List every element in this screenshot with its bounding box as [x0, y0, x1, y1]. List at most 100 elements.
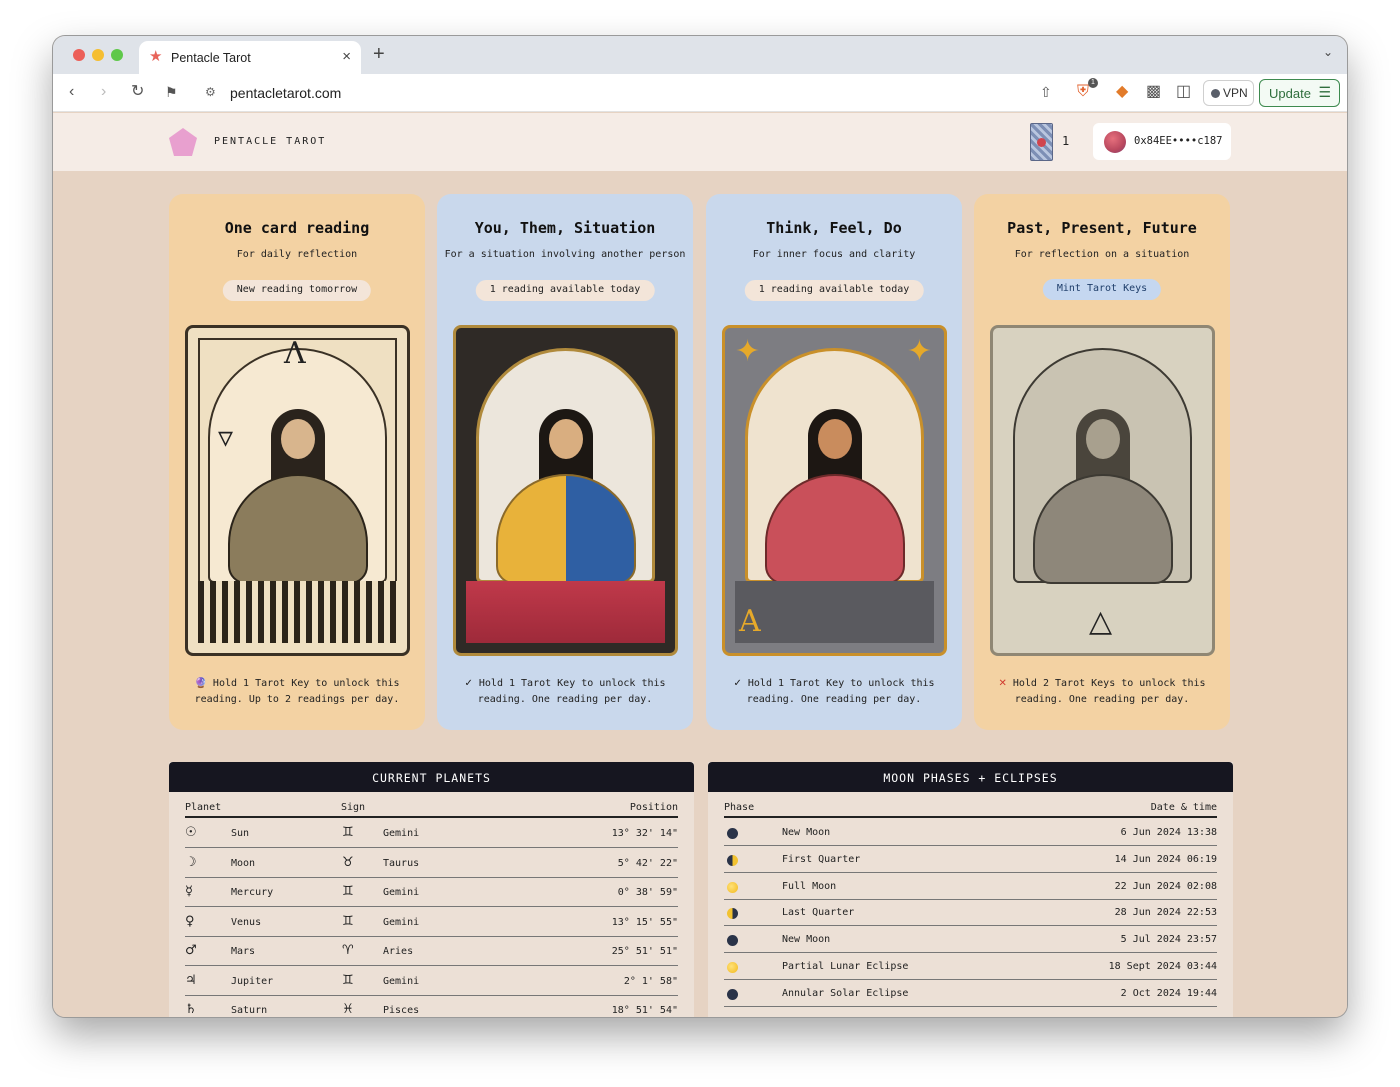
- brave-shield-icon[interactable]: ⛨: [1077, 83, 1089, 101]
- vpn-label: VPN: [1223, 86, 1248, 100]
- table-row: ☽ Moon ♉ Taurus 5° 42' 22": [185, 849, 678, 878]
- planet-symbol-icon: ♃: [185, 972, 197, 988]
- tab-bar: ★ Pentacle Tarot × + ⌄: [53, 36, 1347, 74]
- full-moon-icon: [727, 962, 738, 973]
- planet-symbol-icon: ♂: [185, 943, 197, 958]
- planet-position: 13° 15' 55": [611, 916, 678, 928]
- cup-symbol-icon: Λ: [284, 336, 306, 371]
- browser-toolbar: ‹ › ↻ ⚑ ⚙ pentacletarot.com ⇧ ⛨ 1 ◆ ▩ ◫ …: [53, 74, 1347, 112]
- moon-phases-table: MOON PHASES + ECLIPSES Phase Date & time…: [708, 762, 1233, 1017]
- figure-head: [1085, 419, 1120, 459]
- reading-subtitle: For a situation involving another person: [444, 249, 686, 260]
- forward-icon[interactable]: ›: [101, 83, 106, 101]
- tarot-card-image[interactable]: Λ ▿: [185, 325, 410, 656]
- moon-phase-date: 14 Jun 2024 06:19: [1114, 853, 1217, 865]
- planet-name: Venus: [231, 916, 262, 928]
- reading-card-past-present-future[interactable]: Past, Present, Future For reflection on …: [974, 194, 1230, 730]
- reading-card-one-card[interactable]: One card reading For daily reflection Ne…: [169, 194, 425, 730]
- bookmark-icon[interactable]: ⚑: [165, 83, 178, 101]
- cross-icon: ✕: [998, 678, 1007, 689]
- tarot-card-image[interactable]: ✦ ✦ A: [722, 325, 947, 656]
- vpn-status-icon: [1211, 89, 1220, 98]
- table-row: Annular Solar Eclipse 2 Oct 2024 19:44: [724, 980, 1217, 1007]
- reload-icon[interactable]: ↻: [131, 83, 144, 101]
- reading-title: Past, Present, Future: [1007, 219, 1197, 237]
- wallet-button[interactable]: 0x84EE••••c187: [1093, 123, 1231, 160]
- planet-symbol-icon: ♀: [185, 913, 195, 929]
- reading-requirement: 🔮 Hold 1 Tarot Key to unlock this readin…: [183, 676, 411, 708]
- pentagon-logo-icon[interactable]: [168, 127, 198, 157]
- back-icon[interactable]: ‹: [69, 83, 74, 101]
- update-label: Update: [1269, 86, 1311, 101]
- brand-name[interactable]: PENTACLE TAROT: [214, 136, 326, 147]
- new-moon-icon: [727, 935, 738, 947]
- tab-close-icon[interactable]: ×: [342, 48, 351, 65]
- wallet-fox-icon[interactable]: ◆: [1116, 83, 1128, 101]
- reading-subtitle: For inner focus and clarity: [752, 249, 916, 260]
- extensions-icon[interactable]: ▩: [1146, 83, 1161, 101]
- tarot-key-card-icon: [1030, 123, 1053, 161]
- sign-name: Gemini: [383, 975, 420, 987]
- reading-requirement: ✓ Hold 1 Tarot Key to unlock this readin…: [451, 676, 679, 708]
- moon-phase-date: 6 Jun 2024 13:38: [1120, 827, 1217, 838]
- reading-card-think-feel-do[interactable]: Think, Feel, Do For inner focus and clar…: [706, 194, 962, 730]
- moon-phase-name: Annular Solar Eclipse: [782, 987, 909, 999]
- moon-phase-date: 2 Oct 2024 19:44: [1120, 987, 1217, 999]
- site-settings-icon[interactable]: ⚙: [205, 85, 216, 99]
- zoom-window-button[interactable]: [111, 49, 123, 61]
- table-row: First Quarter 14 Jun 2024 06:19: [724, 846, 1217, 873]
- sidebar-toggle-icon[interactable]: ◫: [1176, 83, 1191, 101]
- reading-card-you-them-situation[interactable]: You, Them, Situation For a situation inv…: [437, 194, 693, 730]
- column-header: Position: [629, 802, 678, 813]
- card-base: [735, 581, 934, 643]
- reading-note: Hold 1 Tarot Key to unlock this reading.…: [194, 678, 400, 705]
- first-quarter-icon: [727, 854, 738, 866]
- reading-subtitle: For daily reflection: [236, 249, 358, 260]
- planet-position: 25° 51' 51": [611, 946, 678, 957]
- table-title: CURRENT PLANETS: [169, 762, 694, 792]
- mint-tarot-keys-button[interactable]: Mint Tarot Keys: [1042, 279, 1162, 300]
- site-header: PENTACLE TAROT 1 0x84EE••••c187: [53, 113, 1347, 171]
- moon-phase-date: 22 Jun 2024 02:08: [1114, 880, 1217, 892]
- table-row: Partial Lunar Eclipse 18 Sept 2024 03:44: [724, 953, 1217, 980]
- zodiac-sign-icon: ♈: [342, 943, 354, 958]
- moon-phase-name: Full Moon: [782, 880, 837, 892]
- share-icon[interactable]: ⇧: [1040, 83, 1052, 101]
- zodiac-sign-icon: ♉: [342, 854, 354, 870]
- tarot-card-image[interactable]: △: [990, 325, 1215, 656]
- crystal-ball-icon: 🔮: [194, 678, 207, 689]
- shield-count-badge: 1: [1088, 78, 1098, 88]
- tarot-card-image[interactable]: [453, 325, 678, 656]
- reading-note: Hold 1 Tarot Key to unlock this reading.…: [477, 678, 666, 705]
- zodiac-sign-icon: ♓: [342, 1002, 354, 1017]
- new-tab-button[interactable]: +: [373, 43, 385, 66]
- update-button[interactable]: Update ☰: [1259, 79, 1340, 107]
- table-header: Phase Date & time: [724, 802, 1217, 818]
- url-text[interactable]: pentacletarot.com: [230, 85, 341, 101]
- planet-name: Mars: [231, 946, 256, 957]
- triangle-symbol-icon: ▿: [218, 420, 234, 455]
- column-header: Phase: [724, 802, 755, 813]
- zodiac-sign-icon: ♊: [342, 913, 354, 929]
- sign-name: Gemini: [383, 916, 420, 928]
- menu-icon: ☰: [1318, 84, 1331, 100]
- moon-phase-name: New Moon: [782, 934, 831, 946]
- reading-title: One card reading: [224, 219, 370, 237]
- close-window-button[interactable]: [73, 49, 85, 61]
- minimize-window-button[interactable]: [92, 49, 104, 61]
- planet-symbol-icon: ♄: [185, 1002, 197, 1017]
- zodiac-sign-icon: ♊: [342, 825, 354, 840]
- sign-name: Gemini: [383, 887, 420, 898]
- sun-star-icon: ✦: [735, 334, 761, 369]
- table-row: Full Moon 22 Jun 2024 02:08: [724, 873, 1217, 900]
- planet-name: Jupiter: [231, 975, 274, 987]
- tab-list-chevron-icon[interactable]: ⌄: [1323, 45, 1333, 59]
- browser-tab[interactable]: ★ Pentacle Tarot ×: [139, 41, 361, 74]
- card-rug: [466, 581, 665, 643]
- reading-status-badge: 1 reading available today: [475, 280, 655, 301]
- table-row: ♂ Mars ♈ Aries 25° 51' 51": [185, 937, 678, 966]
- planet-symbol-icon: ☽: [185, 854, 197, 870]
- vpn-button[interactable]: VPN: [1203, 80, 1254, 106]
- address-bar[interactable]: ⚙ pentacletarot.com: [203, 79, 1083, 107]
- wallet-address: 0x84EE••••c187: [1134, 135, 1223, 147]
